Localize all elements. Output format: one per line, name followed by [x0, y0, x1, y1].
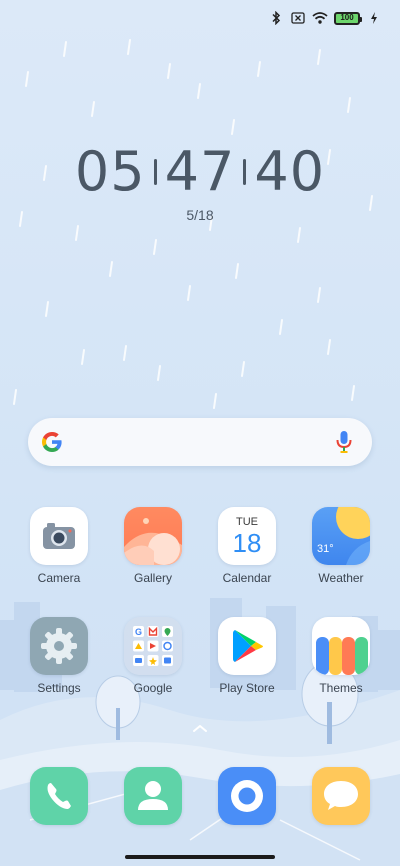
gallery-icon	[124, 507, 182, 565]
dock-messages[interactable]	[301, 767, 381, 825]
google-search-bar[interactable]	[28, 418, 372, 466]
battery-icon: 100	[334, 11, 362, 25]
app-folder-google[interactable]: G Google	[113, 617, 193, 695]
browser-icon	[218, 767, 276, 825]
app-calendar[interactable]: TUE 18 Calendar	[207, 507, 287, 585]
app-settings[interactable]: Settings	[19, 617, 99, 695]
mic-icon[interactable]	[334, 429, 354, 455]
clock-minutes: 47	[164, 140, 236, 203]
app-label: Themes	[319, 681, 363, 695]
status-bar: 100	[268, 8, 382, 28]
app-label: Settings	[37, 681, 81, 695]
clock-hours: 05	[74, 140, 146, 203]
no-sim-icon	[290, 10, 306, 26]
chevron-up-icon[interactable]	[190, 722, 210, 734]
app-label: Weather	[318, 571, 364, 585]
app-label: Calendar	[222, 571, 272, 585]
clock-seconds: 40	[254, 140, 326, 203]
app-gallery[interactable]: Gallery	[113, 507, 193, 585]
bluetooth-icon	[268, 10, 284, 26]
google-g-icon	[42, 432, 62, 452]
home-screen: 100 05 47 40 5/18 Camera Gallery TUE 18 …	[0, 0, 400, 866]
charging-icon	[366, 10, 382, 26]
dock-contacts[interactable]	[113, 767, 193, 825]
camera-icon	[30, 507, 88, 565]
app-weather[interactable]: 31° Weather	[301, 507, 381, 585]
app-themes[interactable]: Themes	[301, 617, 381, 695]
calendar-date: 18	[232, 528, 262, 558]
app-play-store[interactable]: Play Store	[207, 617, 287, 695]
clock-widget[interactable]: 05 47 40	[0, 140, 400, 203]
app-camera[interactable]: Camera	[19, 507, 99, 585]
contacts-icon	[124, 767, 182, 825]
gesture-navigation-bar[interactable]	[125, 855, 275, 859]
wifi-icon	[312, 10, 328, 26]
svg-text:G: G	[135, 627, 142, 637]
app-label: Camera	[37, 571, 81, 585]
app-label: Gallery	[133, 571, 172, 585]
phone-icon	[30, 767, 88, 825]
themes-icon	[312, 617, 370, 675]
battery-level: 100	[340, 13, 354, 22]
clock-separator	[243, 158, 247, 185]
messages-icon	[312, 767, 370, 825]
folder-icon: G	[124, 617, 182, 675]
settings-icon	[30, 617, 88, 675]
clock-separator	[153, 158, 157, 185]
dock-browser[interactable]	[207, 767, 287, 825]
calendar-day: TUE	[236, 516, 258, 528]
play-store-icon	[218, 617, 276, 675]
app-label: Play Store	[219, 681, 275, 695]
weather-temp: 31°	[317, 543, 334, 555]
calendar-icon: TUE 18	[218, 507, 276, 565]
app-label: Google	[133, 681, 173, 695]
weather-icon: 31°	[312, 507, 370, 565]
dock-phone[interactable]	[19, 767, 99, 825]
clock-date: 5/18	[186, 207, 214, 223]
